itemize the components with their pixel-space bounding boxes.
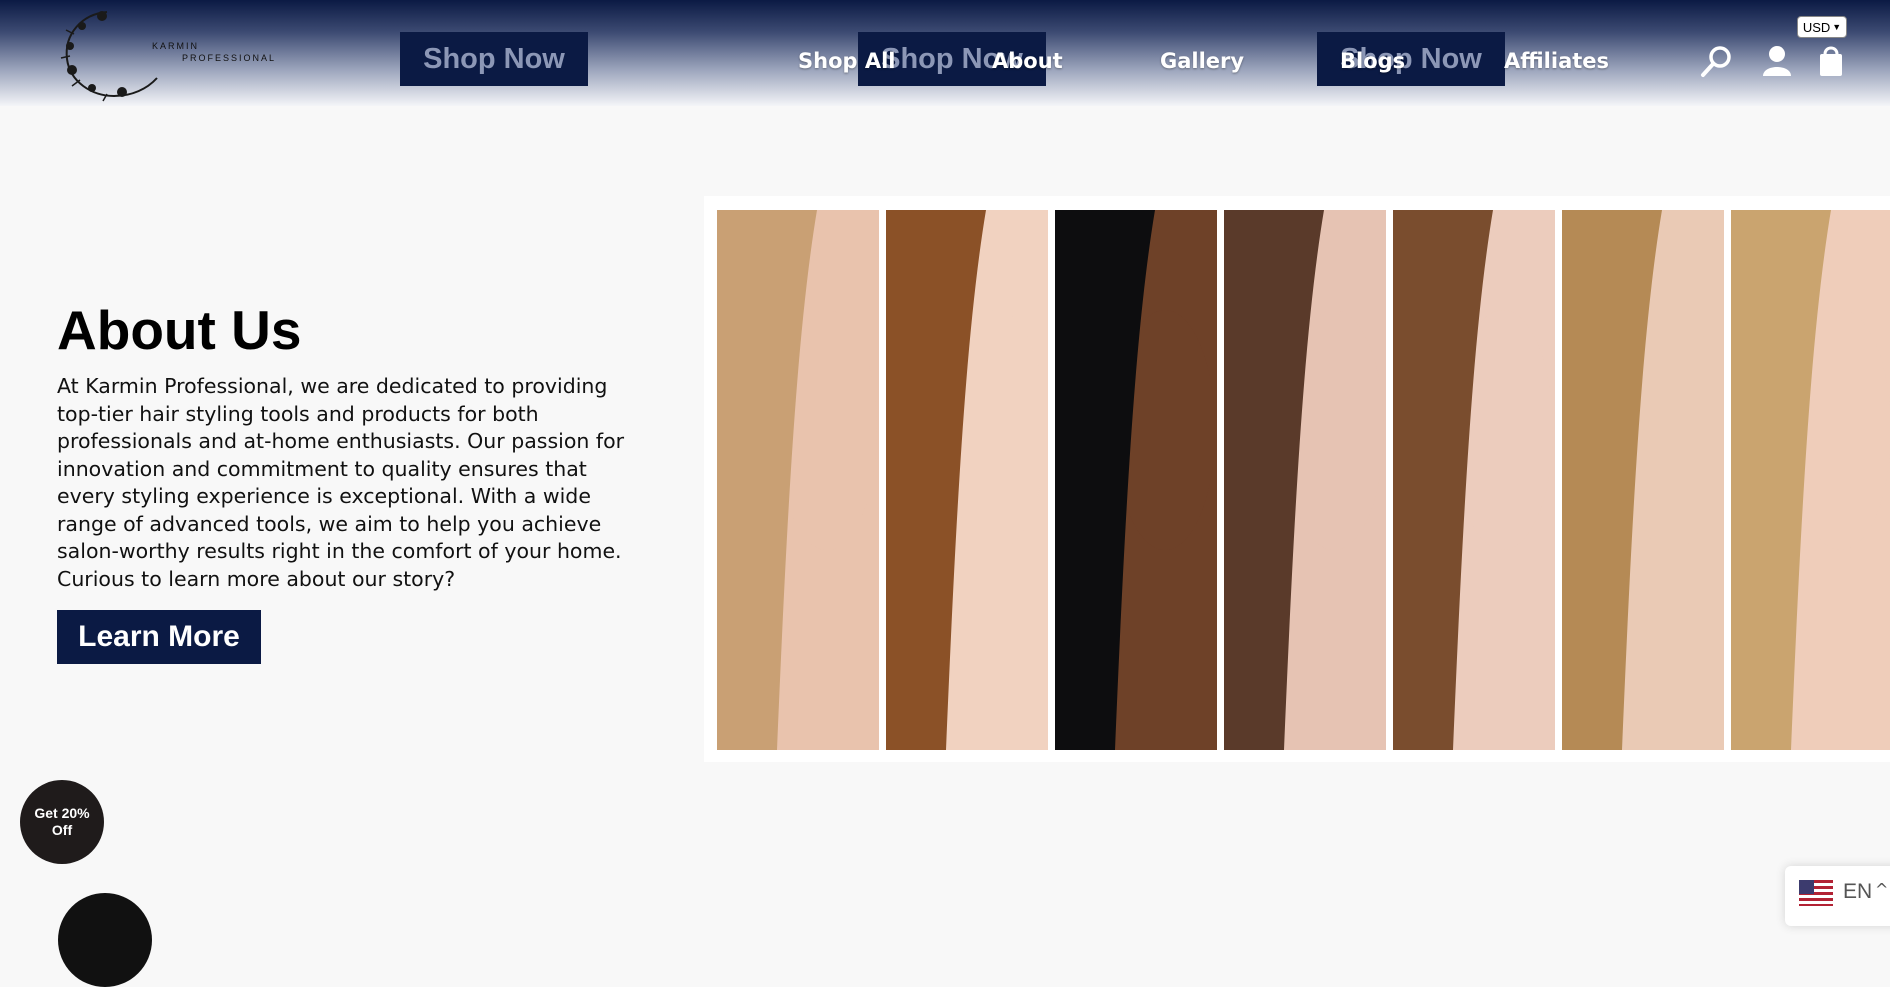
currency-value: USD <box>1802 19 1831 35</box>
discount-badge-button[interactable]: Get 20% Off <box>20 780 104 864</box>
model-portrait-1 <box>717 210 879 750</box>
discount-badge-label: Get 20% Off <box>34 805 90 838</box>
about-description: At Karmin Professional, we are dedicated… <box>57 374 625 591</box>
logo-line-1: KARMIN <box>152 41 200 51</box>
model-portrait-2 <box>886 210 1048 750</box>
chevron-down-icon: ▼ <box>1832 22 1842 32</box>
shop-now-button-1[interactable]: Shop Now <box>400 32 588 86</box>
currency-select[interactable]: USD ▼ <box>1797 16 1847 38</box>
page-title: About Us <box>57 299 302 361</box>
nav-gallery[interactable]: Gallery <box>1160 49 1244 73</box>
chevron-up-icon: ^ <box>1875 880 1889 899</box>
learn-more-button[interactable]: Learn More <box>57 610 261 664</box>
us-flag-icon <box>1799 880 1833 906</box>
model-portrait-6 <box>1562 210 1724 750</box>
logo-text: KARMIN PROFESSIONAL <box>152 40 276 64</box>
gallery-strip <box>1224 210 1386 750</box>
chat-widget-button[interactable] <box>58 893 152 987</box>
model-portrait-3 <box>1055 210 1217 750</box>
model-portrait-4 <box>1224 210 1386 750</box>
gallery-strip <box>1393 210 1555 750</box>
nav-shop-all[interactable]: Shop All <box>798 49 896 73</box>
brand-logo[interactable]: KARMIN PROFESSIONAL <box>52 4 274 104</box>
search-icon[interactable] <box>1700 44 1734 78</box>
cart-icon[interactable] <box>1814 44 1848 78</box>
site-header: KARMIN PROFESSIONAL Shop Now Shop Now Sh… <box>0 0 1890 106</box>
model-portrait-5 <box>1393 210 1555 750</box>
hair-model-gallery <box>704 196 1890 762</box>
gallery-strip <box>1731 210 1890 750</box>
nav-affiliates[interactable]: Affiliates <box>1504 49 1609 73</box>
gallery-strip <box>717 210 879 750</box>
floral-wreath-logo-icon <box>60 11 158 102</box>
language-label: EN <box>1843 880 1873 903</box>
nav-blogs[interactable]: Blogs <box>1340 49 1405 73</box>
gallery-strip <box>1562 210 1724 750</box>
account-icon[interactable] <box>1760 44 1794 78</box>
logo-line-2: PROFESSIONAL <box>182 53 277 63</box>
gallery-strip <box>886 210 1048 750</box>
gallery-strip <box>1055 210 1217 750</box>
nav-about[interactable]: About <box>992 49 1063 73</box>
language-selector[interactable]: EN ^ <box>1785 866 1890 926</box>
model-portrait-7 <box>1731 210 1890 750</box>
